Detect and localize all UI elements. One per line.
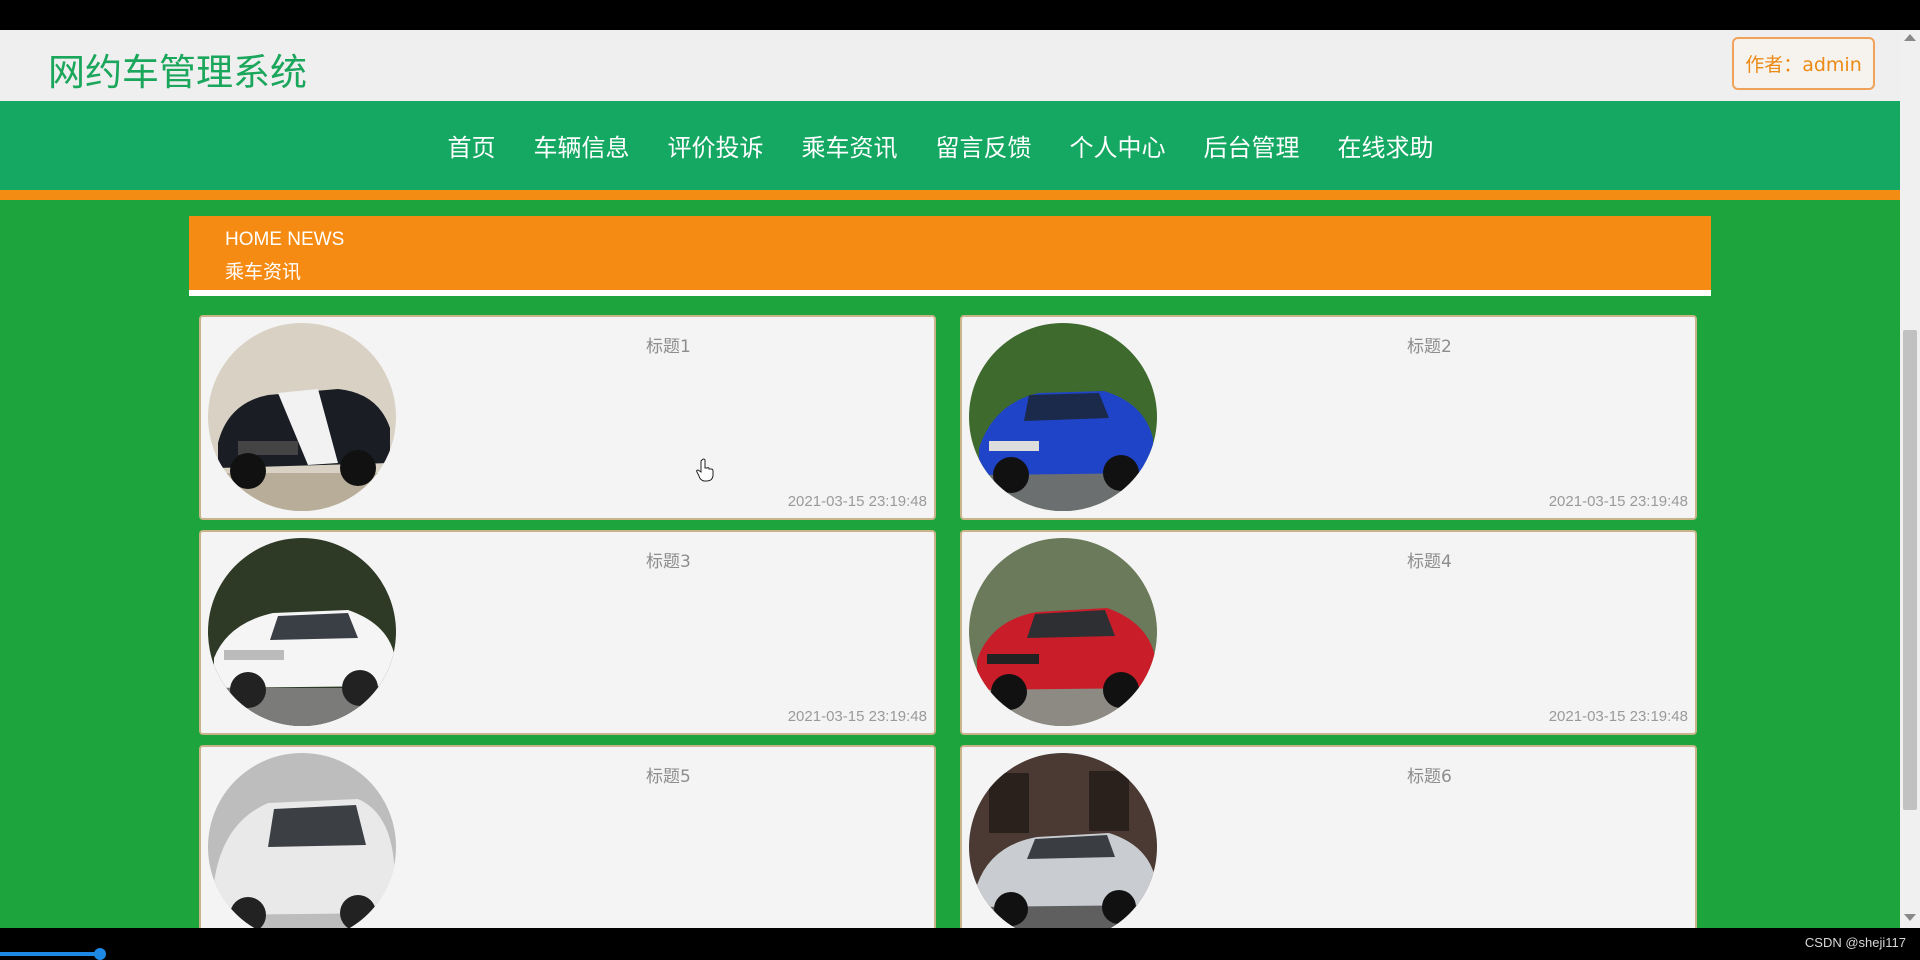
window-top-bar bbox=[0, 0, 1920, 30]
news-card-6[interactable]: 标题6 bbox=[960, 745, 1697, 928]
news-card-4[interactable]: 标题4 2021-03-15 23:19:48 bbox=[960, 530, 1697, 735]
news-title: 标题2 bbox=[1407, 337, 1452, 357]
scroll-down-icon[interactable] bbox=[1904, 914, 1916, 921]
news-title: 标题5 bbox=[646, 767, 691, 787]
watermark-text: CSDN @sheji117 bbox=[1804, 935, 1906, 950]
banner-english-title: HOME NEWS bbox=[225, 229, 345, 250]
main-nav: 首页 车辆信息 评价投诉 乘车资讯 留言反馈 个人中心 后台管理 在线求助 bbox=[0, 101, 1900, 200]
video-progress-bar[interactable] bbox=[0, 952, 100, 956]
page: 网约车管理系统 作者：admin 首页 车辆信息 评价投诉 乘车资讯 留言反馈 … bbox=[0, 30, 1900, 928]
scroll-up-icon[interactable] bbox=[1904, 34, 1916, 41]
news-thumbnail bbox=[208, 323, 396, 511]
news-thumbnail bbox=[969, 538, 1157, 726]
car-image-icon bbox=[969, 538, 1157, 726]
news-section-banner: HOME NEWS 乘车资讯 bbox=[189, 216, 1711, 296]
news-thumbnail bbox=[208, 538, 396, 726]
news-time: 2021-03-15 23:19:48 bbox=[1548, 708, 1688, 725]
status-bar: CSDN @sheji117 bbox=[0, 928, 1920, 960]
progress-handle[interactable] bbox=[94, 948, 106, 960]
news-thumbnail bbox=[969, 323, 1157, 511]
car-image-icon bbox=[969, 753, 1157, 928]
nav-item-online-help[interactable]: 在线求助 bbox=[1319, 128, 1453, 163]
news-title: 标题1 bbox=[646, 337, 691, 357]
news-time: 2021-03-15 23:19:48 bbox=[1548, 493, 1688, 510]
news-time: 2021-03-15 23:19:48 bbox=[787, 493, 927, 510]
news-title: 标题4 bbox=[1407, 552, 1452, 572]
site-title: 网约车管理系统 bbox=[48, 51, 307, 94]
author-button[interactable]: 作者：admin bbox=[1732, 37, 1875, 90]
news-title: 标题6 bbox=[1407, 767, 1452, 787]
nav-item-reviews[interactable]: 评价投诉 bbox=[649, 128, 783, 163]
vertical-scrollbar[interactable] bbox=[1900, 30, 1920, 928]
news-thumbnail bbox=[969, 753, 1157, 928]
nav-item-feedback[interactable]: 留言反馈 bbox=[917, 128, 1051, 163]
news-card-5[interactable]: 标题5 bbox=[199, 745, 936, 928]
car-image-icon bbox=[208, 753, 396, 928]
banner-chinese-title: 乘车资讯 bbox=[225, 261, 302, 283]
news-card-2[interactable]: 标题2 2021-03-15 23:19:48 bbox=[960, 315, 1697, 520]
news-card-3[interactable]: 标题3 2021-03-15 23:19:48 bbox=[199, 530, 936, 735]
hand-cursor-icon bbox=[696, 458, 714, 482]
news-card-1[interactable]: 标题1 2021-03-15 23:19:48 bbox=[199, 315, 936, 520]
news-time: 2021-03-15 23:19:48 bbox=[787, 708, 927, 725]
nav-item-ride-news[interactable]: 乘车资讯 bbox=[783, 128, 917, 163]
scroll-thumb[interactable] bbox=[1903, 330, 1917, 810]
nav-item-home[interactable]: 首页 bbox=[448, 128, 515, 163]
news-title: 标题3 bbox=[646, 552, 691, 572]
car-image-icon bbox=[208, 323, 396, 511]
nav-item-profile[interactable]: 个人中心 bbox=[1051, 128, 1185, 163]
car-image-icon bbox=[208, 538, 396, 726]
nav-list: 首页 车辆信息 评价投诉 乘车资讯 留言反馈 个人中心 后台管理 在线求助 bbox=[0, 101, 1900, 190]
site-header: 网约车管理系统 作者：admin bbox=[0, 30, 1900, 101]
news-thumbnail bbox=[208, 753, 396, 928]
car-image-icon bbox=[969, 323, 1157, 511]
nav-item-vehicle-info[interactable]: 车辆信息 bbox=[515, 128, 649, 163]
nav-item-admin[interactable]: 后台管理 bbox=[1185, 128, 1319, 163]
